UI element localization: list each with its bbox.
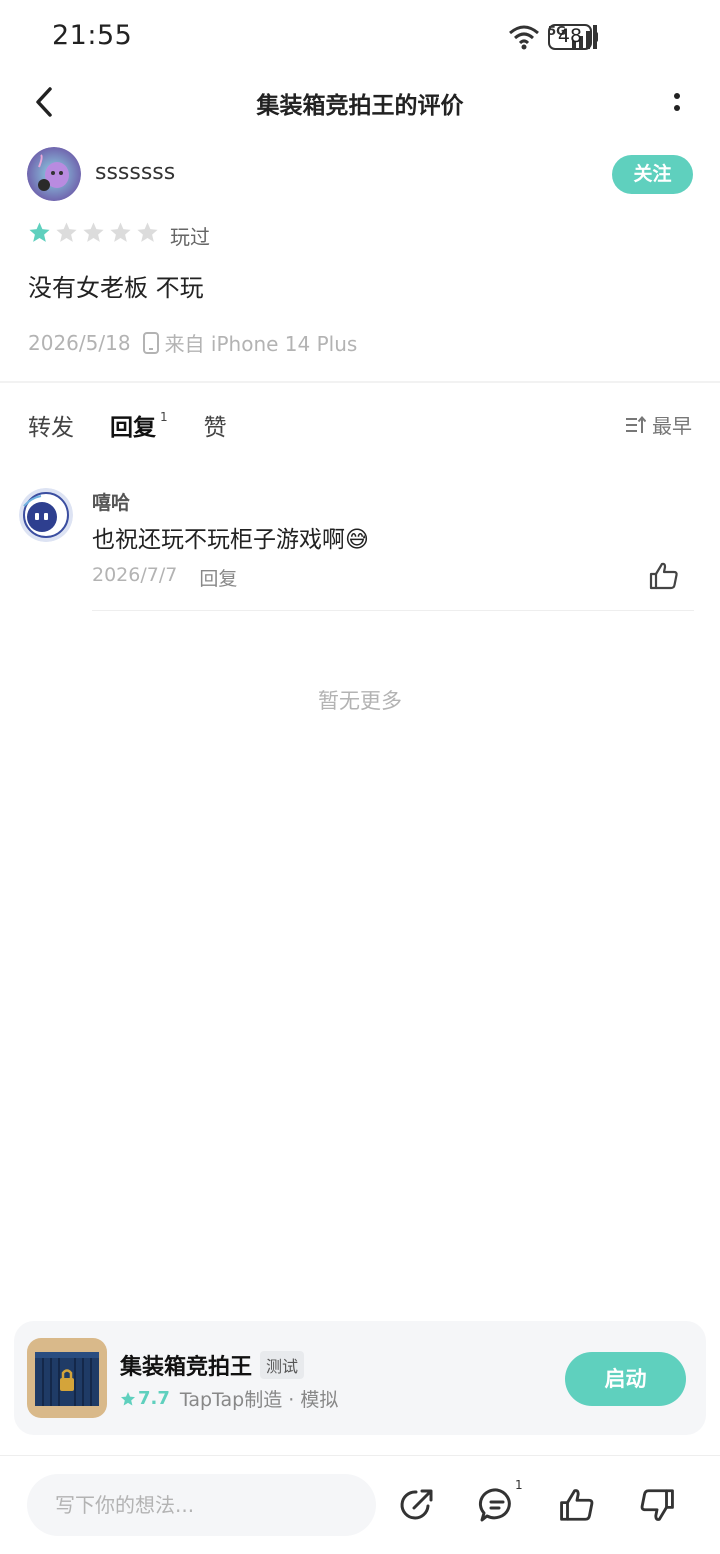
dislike-button[interactable] — [638, 1486, 676, 1524]
thumbs-up-icon — [649, 562, 678, 590]
tab-active-indicator — [116, 442, 152, 448]
game-score-value: 7.7 — [138, 1388, 170, 1409]
comment-icon — [478, 1488, 511, 1522]
review-meta: 2026/5/18 来自 iPhone 14 Plus — [28, 328, 357, 357]
sort-icon — [626, 415, 646, 433]
like-button[interactable] — [558, 1486, 596, 1524]
share-icon — [400, 1489, 433, 1520]
tab-repost-label: 转发 — [28, 415, 74, 441]
status-time: 21:55 — [52, 20, 133, 51]
comment-count-badge: 1 — [515, 1478, 523, 1492]
tab-replies[interactable]: 回复 1 — [110, 408, 168, 448]
follow-button[interactable]: 关注 — [612, 155, 693, 194]
star-filled-icon — [121, 1391, 135, 1406]
page-title: 集装箱竞拍王的评价 — [256, 93, 464, 119]
game-score: 7.7 — [120, 1388, 170, 1409]
device-label: 来自 iPhone 14 Plus — [164, 332, 358, 356]
review-tabs: 转发 回复 1 赞 — [28, 408, 263, 448]
comment-input-box[interactable] — [27, 1474, 376, 1536]
phone-icon — [142, 331, 159, 354]
reply-date: 2026/7/7 — [92, 564, 178, 586]
thumbs-up-icon — [560, 1489, 594, 1521]
game-tag: 测试 — [260, 1351, 305, 1379]
launch-button[interactable]: 启动 — [565, 1352, 686, 1406]
star-empty-icon — [110, 222, 131, 242]
bottom-bar-divider — [0, 1455, 720, 1456]
review-text: 没有女老板 不玩 — [28, 274, 204, 302]
author-name[interactable]: sssssss — [95, 160, 175, 185]
reply-author-name[interactable]: 嘻哈 — [92, 488, 130, 515]
sort-label: 最早 — [652, 414, 692, 438]
game-card[interactable]: 集装箱竞拍王 测试 7.7 TapTap制造 · 模拟 启动 — [14, 1321, 706, 1435]
game-developer-genre: TapTap制造 · 模拟 — [179, 1389, 339, 1411]
tab-likes[interactable]: 赞 — [204, 408, 227, 442]
thumbs-down-icon — [640, 1489, 674, 1521]
star-empty-icon — [83, 222, 104, 242]
game-subtitle: 7.7 TapTap制造 · 模拟 — [120, 1385, 338, 1412]
star-empty-icon — [56, 222, 77, 242]
star-filled-icon — [29, 222, 50, 242]
header: 集装箱竞拍王的评价 — [0, 72, 720, 132]
reply-divider — [92, 610, 694, 611]
more-options-button[interactable] — [662, 84, 692, 120]
tab-replies-label: 回复 — [110, 415, 156, 441]
game-title-text: 集装箱竞拍王 — [120, 1355, 253, 1380]
reply-text: 也祝还玩不玩柜子游戏啊😅 — [92, 527, 369, 553]
share-button[interactable] — [398, 1486, 436, 1524]
tab-likes-label: 赞 — [203, 415, 227, 441]
author-avatar[interactable] — [27, 147, 81, 201]
reply-meta: 2026/7/7 回复 — [92, 564, 237, 591]
battery-icon: 48 — [548, 24, 592, 50]
review-date: 2026/5/18 — [28, 330, 131, 355]
wifi-icon — [508, 25, 539, 50]
tab-repost[interactable]: 转发 — [28, 408, 74, 442]
comment-input[interactable] — [27, 1474, 376, 1536]
game-icon[interactable] — [27, 1338, 107, 1418]
played-status: 玩过 — [170, 225, 210, 249]
comment-button[interactable] — [478, 1486, 516, 1524]
section-divider — [0, 381, 720, 383]
reply-avatar[interactable] — [19, 488, 73, 542]
battery-tip — [594, 32, 598, 42]
sort-button[interactable]: 最早 — [626, 410, 692, 439]
game-title: 集装箱竞拍王 测试 — [120, 1349, 305, 1381]
tab-replies-count: 1 — [160, 410, 168, 424]
no-more-label: 暂无更多 — [318, 689, 402, 713]
status-bar: 21:55 5G 48 — [0, 0, 720, 72]
more-vertical-icon — [674, 93, 680, 111]
star-empty-icon — [137, 222, 158, 242]
reply-like-button[interactable] — [648, 560, 680, 592]
rating-stars — [28, 221, 159, 244]
review-device: 来自 iPhone 14 Plus — [142, 328, 358, 357]
reply-button[interactable]: 回复 — [199, 564, 237, 591]
